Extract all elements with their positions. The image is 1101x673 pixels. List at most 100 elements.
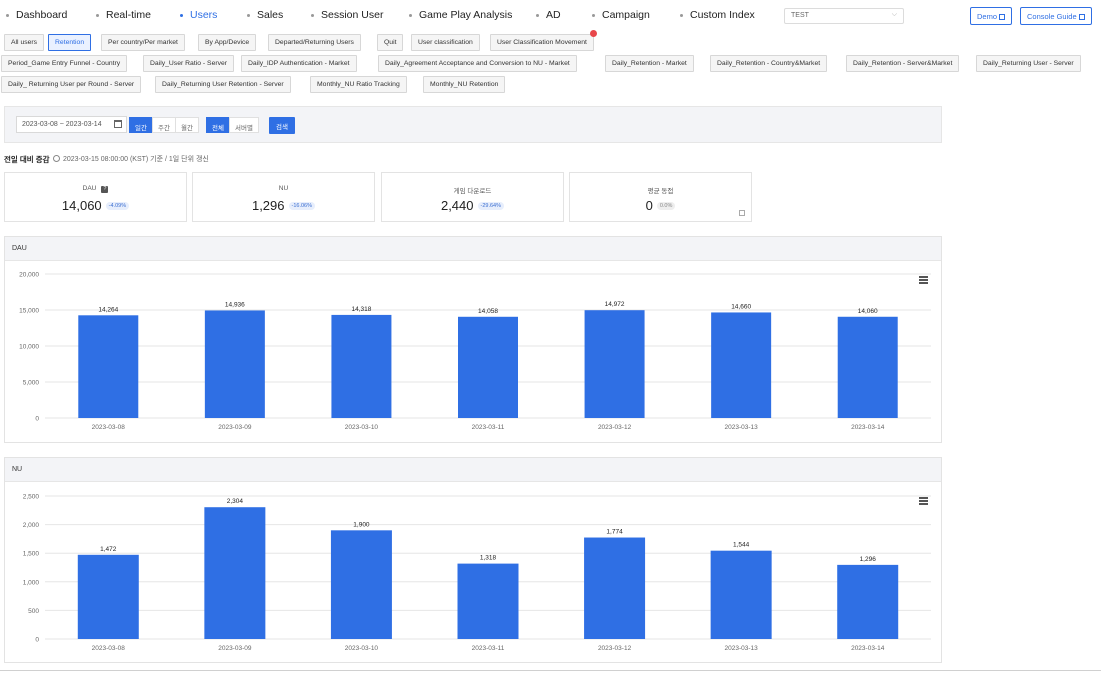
console-guide-button[interactable]: Console Guide [1020,7,1092,25]
bar [77,554,139,639]
data-label: 14,264 [98,306,118,313]
x-tick-label: 2023-03-10 [345,645,379,652]
calendar-icon [114,120,122,128]
data-label: 1,318 [480,555,497,562]
bar [837,316,898,418]
bar [331,314,392,418]
nav-realtime[interactable]: Real-time [96,9,151,21]
data-label: 1,900 [353,521,370,528]
tab-daily-retention-country-market[interactable]: Daily_Retention - Country&Market [710,55,828,72]
x-tick-label: 2023-03-11 [472,645,505,652]
kpi-value: 1,296 [251,198,285,213]
kpi-change-badge: 0.0% [656,201,676,210]
external-link-icon [999,14,1006,20]
nav-users[interactable]: Users [180,9,217,21]
period-weekly-button[interactable]: 주간 [152,117,176,133]
bar [330,530,392,639]
y-tick-label: 5,000 [23,380,40,387]
bar [457,563,519,639]
chart-title: DAU [5,237,941,261]
y-tick-label: 0 [35,416,39,423]
kpi-value: 14,060 [61,198,102,213]
project-select[interactable]: TEST ⌵ [784,8,904,24]
tab-monthly-nu-ratio[interactable]: Monthly_NU Ratio Tracking [310,76,407,93]
bullet-icon [680,13,683,17]
tab-monthly-nu-retention[interactable]: Monthly_NU Retention [423,76,506,93]
nav-sales[interactable]: Sales [247,9,283,21]
tab-daily-user-ratio[interactable]: Daily_User Ratio - Server [143,55,235,72]
x-tick-label: 2023-03-12 [598,424,632,431]
tab-quit[interactable]: Quit [377,34,404,51]
tab-departed-returning[interactable]: Departed/Returning Users [268,34,361,51]
tab-daily-returning-per-round[interactable]: Daily_ Returning User per Round - Server [1,76,142,93]
tab-user-classification[interactable]: User classification [411,34,480,51]
new-badge-icon [589,30,597,37]
x-tick-label: 2023-03-08 [92,424,126,431]
tab-all-users[interactable]: All users [4,34,45,51]
kpi-label: 평균 동접 [647,188,674,195]
nav-game-play-analysis[interactable]: Game Play Analysis [409,9,512,21]
x-tick-label: 2023-03-12 [598,645,632,652]
dau-chart-panel: DAU 0 5,000 10,000 15,000 20,000 14,264 2023-0… [4,236,942,443]
tab-by-app-device[interactable]: By App/Device [198,34,257,51]
bar [711,312,772,418]
search-button[interactable]: 검색 [269,117,295,134]
kpi-card-nu: NU 1,296 -16.06% [192,172,375,222]
bullet-icon [180,13,183,17]
bar [458,316,518,418]
nav-ad[interactable]: AD [536,9,561,21]
tab-period-game-entry-funnel[interactable]: Period_Game Entry Funnel - Country [1,55,128,72]
summary-note: 2023-03-15 08:00:00 (KST) 기준 / 1일 단위 갱신 [53,154,209,164]
divider [0,670,1101,671]
period-monthly-button[interactable]: 월간 [175,117,199,133]
tab-user-classification-movement[interactable]: User Classification Movement [490,30,597,51]
y-tick-label: 2,500 [23,494,40,501]
demo-button[interactable]: Demo [970,7,1013,25]
dau-bar-chart: 0 5,000 10,000 15,000 20,000 14,264 2023-03-08… [19,272,931,431]
help-icon[interactable]: ? [101,186,109,193]
bar [584,537,646,639]
period-daily-button[interactable]: 일간 [129,117,153,133]
bar [710,550,772,639]
nav-session-user[interactable]: Session User [311,9,383,21]
bar [204,310,265,418]
kpi-change-badge: -16.06% [288,201,316,210]
tab-per-country[interactable]: Per country/Per market [101,34,185,51]
scope-server-button[interactable]: 서버별 [229,117,259,133]
nav-dashboard[interactable]: Dashboard [6,9,67,21]
bullet-icon [311,13,314,17]
summary-title: 전일 대비 증감 [4,155,50,164]
bullet-icon [247,13,250,17]
nav-custom-index[interactable]: Custom Index [680,9,755,21]
bar [78,315,139,418]
nu-bar-chart: 0 500 1,000 1,500 2,000 2,500 1,472 2023-03-08 2… [23,494,931,652]
date-range-input[interactable]: 2023-03-08 ~ 2023-03-14 [16,116,127,133]
tab-daily-returning-user[interactable]: Daily_Returning User - Server [976,55,1081,72]
scope-all-button[interactable]: 전체 [206,117,230,133]
tab-daily-idp-auth[interactable]: Daily_IDP Authentication - Market [241,55,357,72]
bar [584,310,645,418]
data-label: 14,058 [478,308,498,315]
nav-campaign[interactable]: Campaign [592,9,650,21]
clock-icon [53,155,60,162]
y-tick-label: 20,000 [19,272,39,279]
chart-title: NU [5,458,941,482]
top-nav: Dashboard Real-time Users Sales Session … [0,0,1101,30]
data-label: 14,936 [225,301,245,308]
tab-retention[interactable]: Retention [48,34,92,51]
external-link-icon[interactable] [739,210,745,216]
data-label: 2,304 [227,498,244,505]
tab-daily-retention-server-market[interactable]: Daily_Retention - Server&Market [846,55,960,72]
kpi-label: NU [278,185,289,192]
x-tick-label: 2023-03-13 [725,645,759,652]
tab-daily-agreement[interactable]: Daily_Agreement Acceptance and Conversio… [378,55,577,72]
external-link-icon [1078,14,1085,20]
x-tick-label: 2023-03-09 [218,424,252,431]
x-tick-label: 2023-03-13 [725,424,759,431]
filter-panel: 2023-03-08 ~ 2023-03-14 일간 주간 월간 전체 서버별 … [4,106,942,143]
tab-daily-returning-retention[interactable]: Daily_Returning User Retention - Server [155,76,291,93]
bullet-icon [592,13,595,17]
x-tick-label: 2023-03-11 [472,424,505,431]
tab-daily-retention-market[interactable]: Daily_Retention - Market [605,55,694,72]
kpi-change-badge: -29.64% [477,201,505,210]
